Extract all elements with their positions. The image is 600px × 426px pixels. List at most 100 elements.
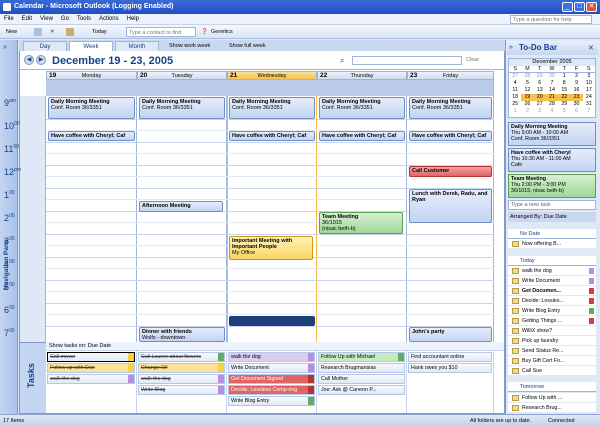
appointment-daily-meeting-fri[interactable]: Daily Morning Meeting Conf. Room 36/3351 <box>409 97 492 119</box>
todo-task[interactable]: Decide: Lossles... <box>508 296 596 306</box>
day-column-tuesday[interactable] <box>137 96 227 342</box>
todo-task[interactable]: walk the dog <box>508 266 596 276</box>
search-icon[interactable]: ⌕ <box>340 56 344 66</box>
appointment-important-meeting[interactable]: Important Meeting with Important People M… <box>229 236 313 260</box>
all-day-area[interactable] <box>46 80 494 96</box>
find-contact-input[interactable]: Type a contact to find <box>126 27 196 37</box>
help-search-input[interactable]: Type a question for help <box>510 15 592 24</box>
task-item[interactable]: Follow up with Dan <box>47 363 135 373</box>
menu-actions[interactable]: Actions <box>95 14 123 25</box>
show-work-week-radio[interactable]: Show work week <box>169 41 210 51</box>
menu-file[interactable]: File <box>0 14 18 25</box>
appointment-daily-meeting-wed[interactable]: Daily Morning Meeting Conf. Room 36/3351 <box>229 97 315 119</box>
appointment-lunch[interactable]: Lunch with Derek, Radu, and Ryan <box>409 189 492 223</box>
task-item[interactable]: Decide: Lossless Comp-ring <box>228 385 315 395</box>
appointment-dinner[interactable]: Dinner with friends Wolfs - downtown <box>139 327 225 342</box>
menu-view[interactable]: View <box>36 14 57 25</box>
next-week-button[interactable]: ▶ <box>36 55 46 65</box>
tab-month[interactable]: Month <box>115 41 159 51</box>
mini-calendar-week[interactable]: 4 5 6 7 8 9 10 <box>509 80 595 87</box>
upcoming-appointment[interactable]: Daily Morning Meeting Thu 9:00 AM - 10:00… <box>508 122 596 146</box>
task-item[interactable]: Call Lauren about flowers <box>138 352 225 362</box>
clear-button[interactable]: Clear <box>466 57 479 63</box>
mini-calendar-week[interactable]: 25 26 27 28 29 30 31 <box>509 101 595 108</box>
task-item[interactable]: walk the dog <box>47 374 135 384</box>
appointment-johns-party[interactable]: John's party <box>409 327 492 342</box>
todo-task[interactable]: Pick up laundry <box>508 336 596 346</box>
navigation-pane[interactable]: » Navigation Pane <box>0 40 18 414</box>
tab-day[interactable]: Day <box>23 41 67 51</box>
todo-task[interactable]: Call Sue <box>508 366 596 376</box>
delete-icon[interactable]: ✕ <box>50 27 55 37</box>
close-button[interactable]: ✕ <box>586 2 597 12</box>
mini-calendar-week[interactable]: 11 12 13 14 15 16 17 <box>509 87 595 94</box>
group-today[interactable]: Today <box>508 256 596 266</box>
calendar-search-input[interactable] <box>352 56 462 65</box>
menu-help[interactable]: Help <box>123 14 143 25</box>
upcoming-appointment[interactable]: Have coffee with Cheryl Thu 10:30 AM - 11… <box>508 148 596 172</box>
task-column-friday[interactable]: Find accountant online Hank owes you $10 <box>407 351 494 413</box>
tab-week[interactable]: Week <box>69 41 113 51</box>
appointment-team-meeting[interactable]: Team Meeting 36/1015 (nixac beth-b) <box>319 212 403 234</box>
upcoming-appointment[interactable]: Team Meeting Thu 2:00 PM - 3:00 PM 36/1015… <box>508 174 596 198</box>
expand-icon[interactable]: » <box>3 44 7 51</box>
appointment-daily-meeting-mon[interactable]: Daily Morning Meeting Conf. Room 36/3351 <box>48 97 135 119</box>
day-header-friday[interactable]: 23 Friday <box>407 71 494 80</box>
todo-task[interactable]: Now offering B... <box>508 239 596 249</box>
task-column-thursday[interactable]: Follow Up with Michael Research Brugmans… <box>317 351 407 413</box>
genetics-button[interactable]: Genetics <box>211 27 233 37</box>
appointment-coffee-mon[interactable]: Have coffee with Cheryl; Caf <box>48 131 135 141</box>
task-column-tuesday[interactable]: Call Lauren about flowers Change Oil wal… <box>137 351 227 413</box>
appointment-coffee-thu[interactable]: Have coffee with Cheryl; Caf <box>319 131 405 141</box>
date-navigator[interactable]: December 2005 SMTWTFS 27 28 29 30 1 2 3 456789… <box>508 58 596 118</box>
day-header-monday[interactable]: 19 Monday <box>46 71 137 80</box>
mini-calendar-week-selected[interactable]: 18 19 20 21 22 23 24 <box>509 94 595 101</box>
new-task-input[interactable]: Type a new task <box>508 200 596 210</box>
task-item[interactable]: Research Brugmansias <box>318 363 405 373</box>
todo-task[interactable]: Send Status Re... <box>508 346 596 356</box>
todo-task[interactable]: Get Documen... <box>508 286 596 296</box>
day-header-tuesday[interactable]: 20 Tuesday <box>137 71 227 80</box>
task-item[interactable]: Hank owes you $10 <box>408 363 492 373</box>
mini-calendar-week[interactable]: 1234567 <box>509 108 595 115</box>
task-item[interactable]: Write Blog Entry <box>228 396 315 406</box>
today-button[interactable]: Today <box>92 27 107 37</box>
appointment-call-customer[interactable]: Call Customer <box>409 166 492 177</box>
group-tomorrow[interactable]: Tomorrow <box>508 382 596 392</box>
task-item[interactable]: Change Oil <box>138 363 225 373</box>
arranged-by-header[interactable]: Arranged By: Due Date <box>508 212 596 222</box>
todo-task[interactable]: Buy Gift Cert Fo... <box>508 356 596 366</box>
todo-task[interactable]: WilliX show? <box>508 326 596 336</box>
mini-calendar-week[interactable]: 27 28 29 30 1 2 3 <box>509 73 595 80</box>
todo-task[interactable]: Write Document <box>508 276 596 286</box>
collapse-todo-icon[interactable]: » <box>509 44 513 51</box>
appointment-daily-meeting-tue[interactable]: Daily Morning Meeting Conf. Room 36/3351 <box>139 97 225 119</box>
task-item[interactable]: Find accountant online <box>408 352 492 362</box>
help-icon[interactable]: ❓ <box>201 27 208 37</box>
task-column-monday[interactable]: Call mover Follow up with Dan walk the d… <box>46 351 137 413</box>
task-item[interactable]: Joe: Ask @ Caneon P... <box>318 385 405 395</box>
group-no-date[interactable]: No Date <box>508 229 596 239</box>
task-item[interactable]: Write Document <box>228 363 315 373</box>
menu-go[interactable]: Go <box>57 14 73 25</box>
appointment-coffee-wed[interactable]: Have coffee with Cheryl; Caf <box>229 131 315 141</box>
maximize-button[interactable]: □ <box>574 2 585 12</box>
appointment-daily-meeting-thu[interactable]: Daily Morning Meeting Conf. Room 36/3351 <box>319 97 405 119</box>
task-item[interactable]: Call Mother <box>318 374 405 384</box>
appointment-afternoon-meeting[interactable]: Afternoon Meeting <box>139 201 223 212</box>
show-full-week-radio[interactable]: Show full week <box>229 41 266 51</box>
appointment-coffee-fri[interactable]: Have coffee with Cheryl; Caf <box>409 131 492 141</box>
new-button[interactable]: New <box>6 27 17 37</box>
print-icon[interactable] <box>34 28 42 36</box>
task-item[interactable]: Follow Up with Michael <box>318 352 405 362</box>
task-column-wednesday[interactable]: walk the dog Write Document Get Document… <box>227 351 317 413</box>
task-item[interactable]: Write Blog <box>138 385 225 395</box>
close-todo-icon[interactable]: ✕ <box>588 44 594 52</box>
task-item[interactable]: Get Document Signed <box>228 374 315 384</box>
task-item[interactable]: walk the dog <box>138 374 225 384</box>
day-header-thursday[interactable]: 22 Thursday <box>317 71 407 80</box>
task-item[interactable]: walk the dog <box>228 352 315 362</box>
minimize-button[interactable]: _ <box>562 2 573 12</box>
menu-edit[interactable]: Edit <box>18 14 36 25</box>
status-connection[interactable]: Connected <box>548 415 575 426</box>
